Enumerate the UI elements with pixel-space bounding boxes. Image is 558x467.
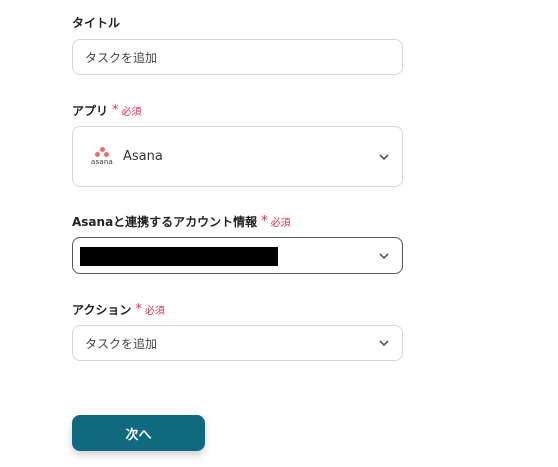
action-select[interactable]: タスクを追加 (72, 325, 403, 361)
action-label: アクション * 必須 (72, 301, 165, 318)
asana-logo-text: asana (91, 158, 113, 166)
account-select[interactable] (72, 237, 403, 274)
next-button[interactable]: 次へ (72, 415, 205, 451)
required-indicator: * 必須 (135, 302, 165, 317)
app-select-value: Asana (123, 149, 163, 164)
required-text: 必須 (270, 218, 291, 229)
account-label: Asanaと連携するアカウント情報 * 必須 (72, 213, 291, 230)
asana-logo: asana (89, 147, 115, 166)
asterisk-icon: * (112, 103, 119, 118)
chevron-down-icon[interactable] (378, 337, 390, 349)
asana-dots-icon (95, 147, 109, 157)
asterisk-icon: * (135, 302, 142, 317)
required-text: 必須 (144, 306, 165, 317)
account-label-text: Asanaと連携するアカウント情報 (72, 215, 258, 229)
app-select[interactable]: asana Asana (72, 126, 403, 187)
required-indicator: * 必須 (112, 103, 142, 118)
app-label-text: アプリ (72, 104, 109, 118)
chevron-down-icon[interactable] (378, 250, 390, 262)
action-label-text: アクション (72, 303, 132, 317)
required-indicator: * 必須 (261, 214, 291, 229)
title-label-text: タイトル (72, 16, 121, 30)
title-input[interactable]: タスクを追加 (72, 39, 403, 75)
action-select-value: タスクを追加 (85, 336, 158, 351)
required-text: 必須 (121, 107, 142, 118)
chevron-down-icon[interactable] (378, 151, 390, 163)
asterisk-icon: * (261, 214, 268, 229)
title-input-value: タスクを追加 (85, 50, 158, 65)
app-label: アプリ * 必須 (72, 102, 142, 119)
title-label: タイトル (72, 14, 120, 31)
redacted-account-name (80, 247, 278, 266)
